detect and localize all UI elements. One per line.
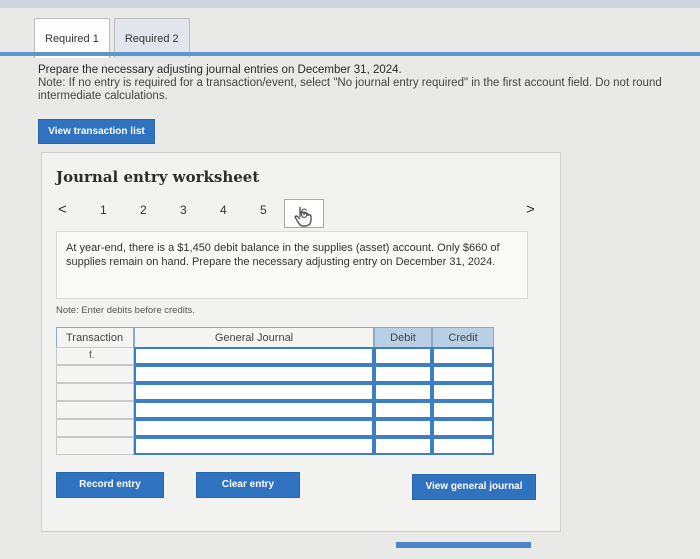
transaction-cell [56,383,134,401]
debit-input[interactable] [374,419,432,437]
page-3[interactable]: 3 [180,203,187,217]
transaction-cell: f. [56,347,134,365]
debit-input[interactable] [374,383,432,401]
debit-input[interactable] [374,401,432,419]
view-general-journal-button[interactable]: View general journal [412,474,536,500]
hand-pointer-icon [294,207,312,227]
top-strip [0,0,700,8]
header-transaction: Transaction [56,327,134,349]
page-4[interactable]: 4 [220,203,227,217]
instruction-note: Note: If no entry is required for a tran… [38,77,662,89]
credit-input[interactable] [432,383,494,401]
credit-input[interactable] [432,419,494,437]
header-debit: Debit [374,327,432,349]
transaction-cell [56,419,134,437]
prev-page-chevron-icon[interactable]: < [58,201,67,218]
debit-input[interactable] [374,365,432,383]
debit-input[interactable] [374,437,432,455]
transaction-cell [56,365,134,383]
instructions: Prepare the necessary adjusting journal … [38,64,698,103]
account-input[interactable] [134,401,374,419]
credit-input[interactable] [432,437,494,455]
credit-input[interactable] [432,347,494,365]
account-input[interactable] [134,365,374,383]
transaction-cell [56,401,134,419]
transaction-cell [56,437,134,455]
worksheet-title: Journal entry worksheet [56,168,260,186]
account-input[interactable] [134,347,374,365]
clear-entry-button[interactable]: Clear entry [196,472,300,498]
page-2[interactable]: 2 [140,203,147,217]
account-input[interactable] [134,437,374,455]
debit-input[interactable] [374,347,432,365]
account-input[interactable] [134,419,374,437]
instruction-note-cont: intermediate calculations. [38,90,168,102]
view-transaction-list-button[interactable]: View transaction list [38,119,155,144]
credit-input[interactable] [432,401,494,419]
record-entry-button[interactable]: Record entry [56,472,164,498]
header-general-journal: General Journal [134,327,374,349]
bottom-bar [396,542,531,548]
header-credit: Credit [432,327,494,349]
tab-underline [0,52,700,56]
debits-note: Note: Enter debits before credits. [56,305,195,316]
next-page-chevron-icon[interactable]: > [526,201,535,218]
page-5[interactable]: 5 [260,203,267,217]
account-input[interactable] [134,383,374,401]
credit-input[interactable] [432,365,494,383]
question-text: At year-end, there is a $1,450 debit bal… [56,231,528,299]
page-1[interactable]: 1 [100,203,107,217]
instruction-main: Prepare the necessary adjusting journal … [38,64,402,76]
